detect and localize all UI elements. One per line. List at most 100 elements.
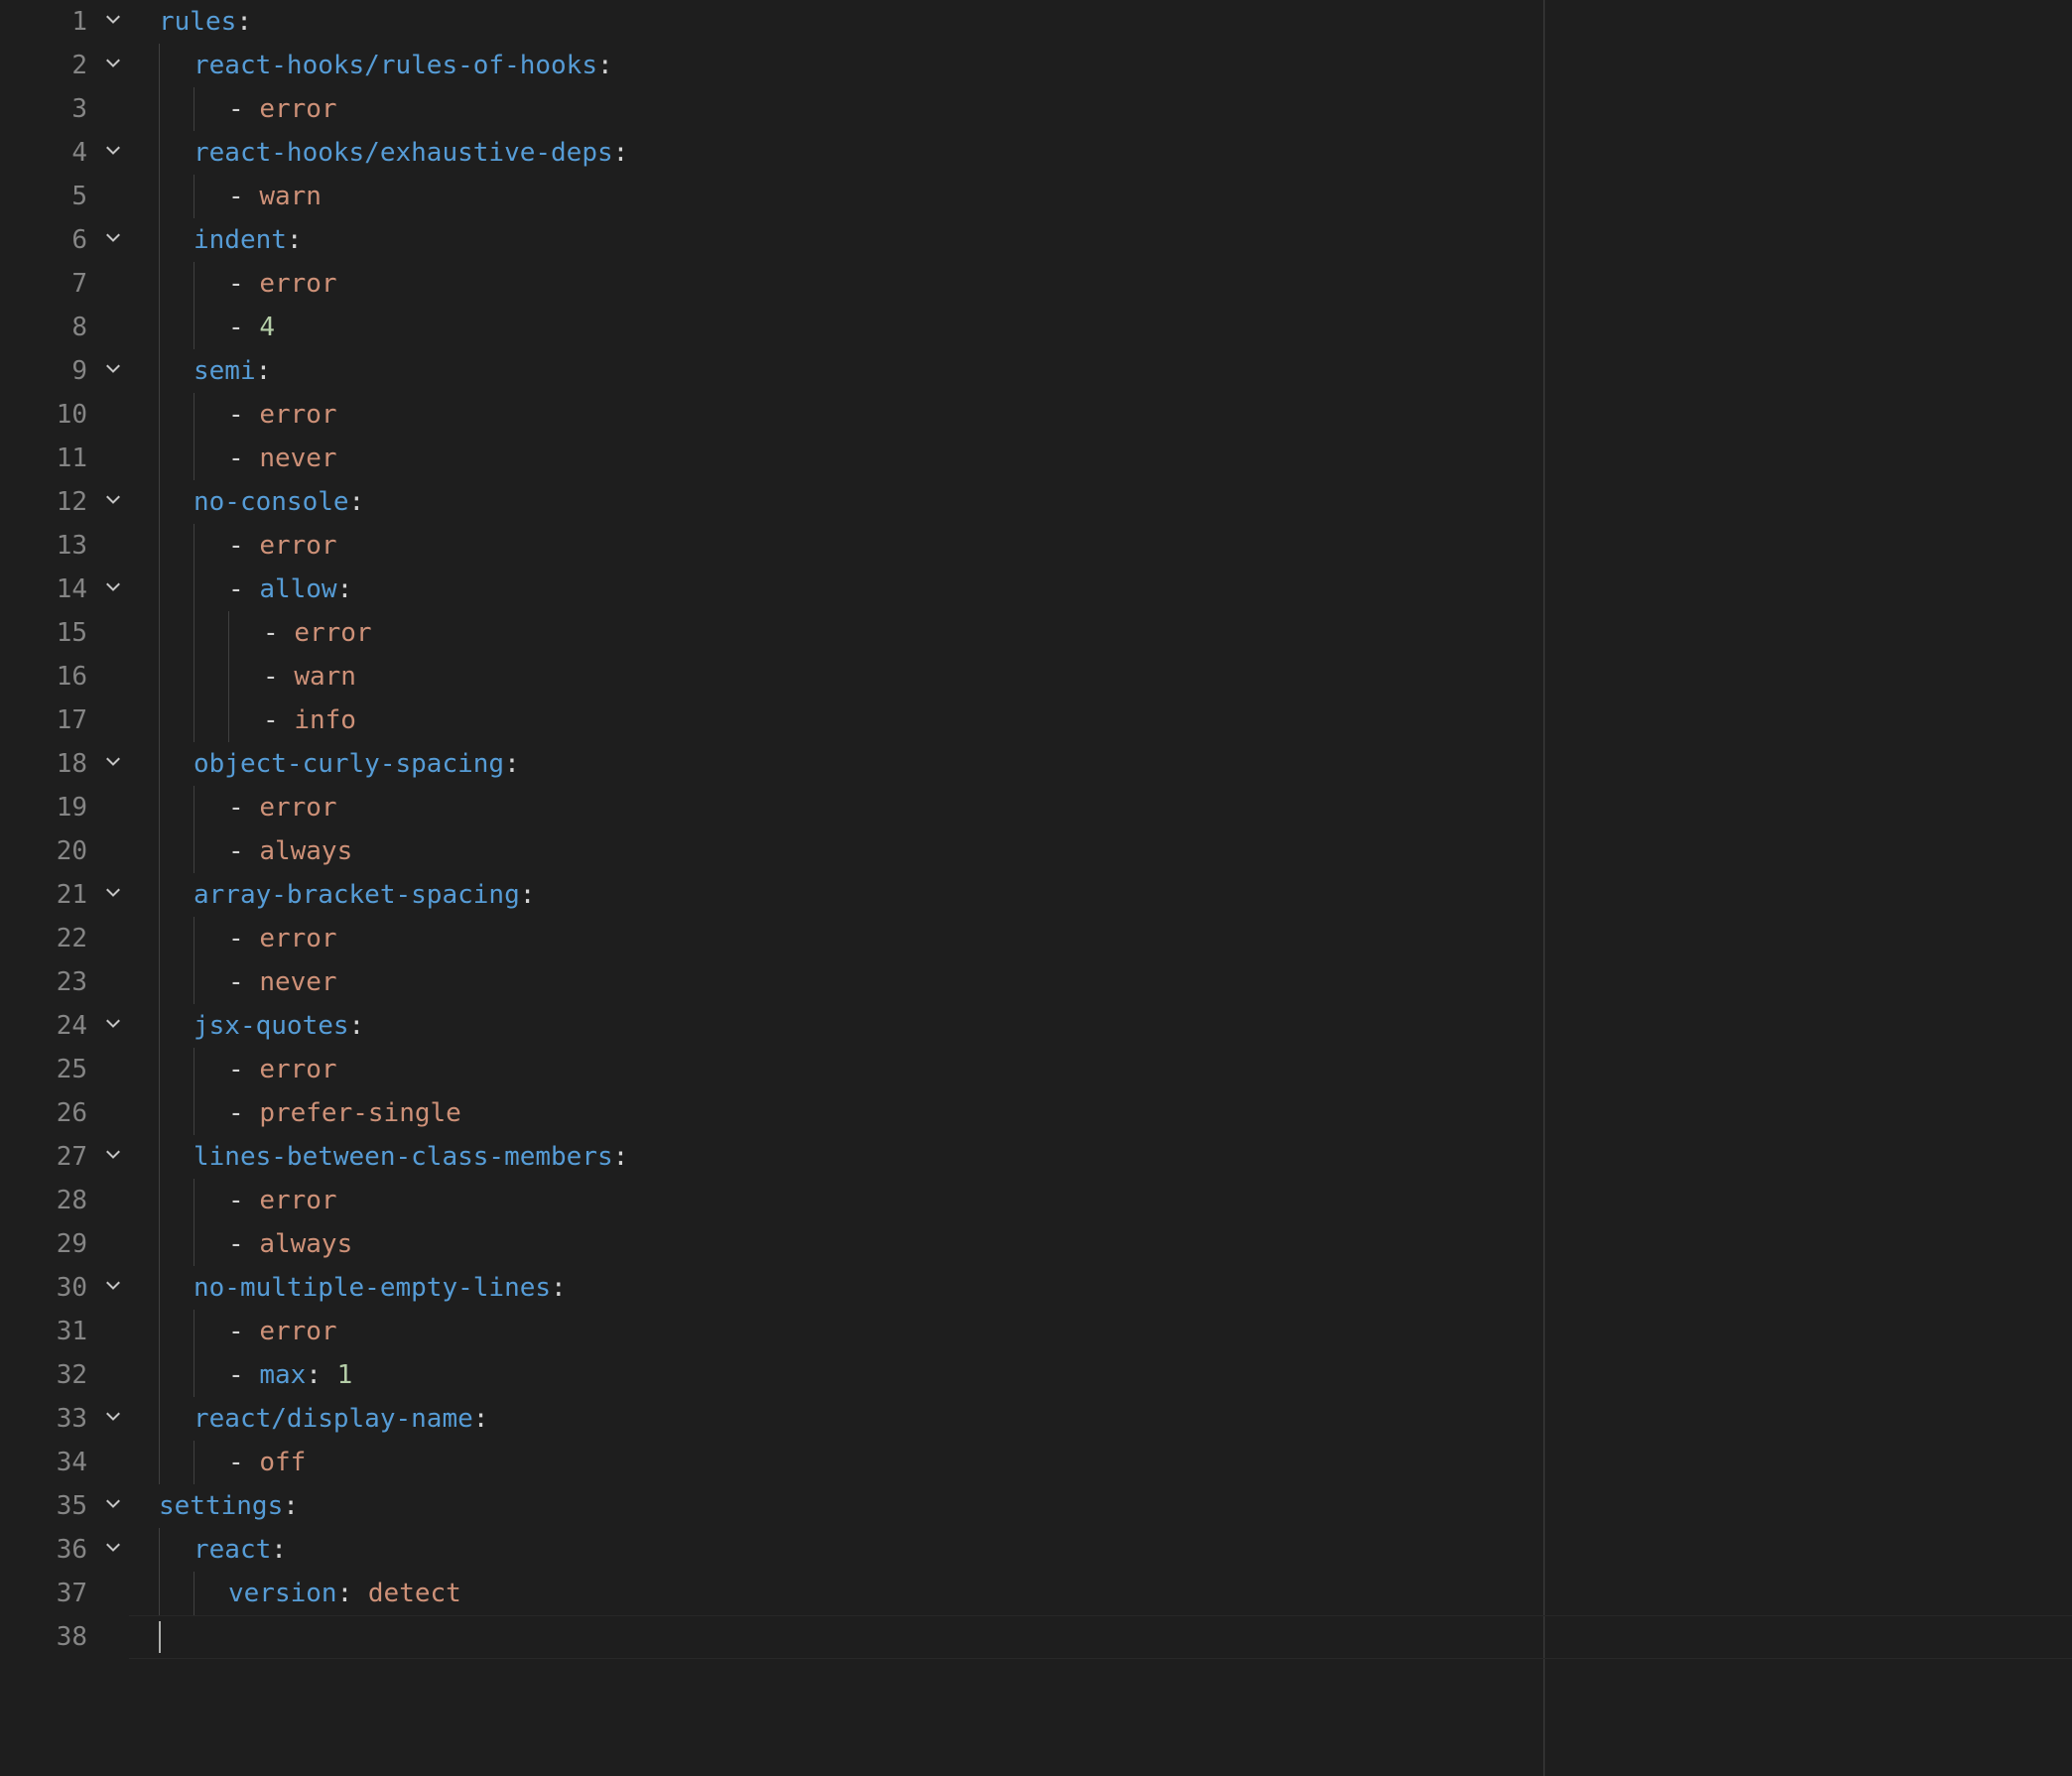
code-line[interactable]: no-console: xyxy=(129,480,2072,524)
code-line[interactable]: - error xyxy=(129,1048,2072,1091)
fold-toggle[interactable] xyxy=(97,1404,129,1434)
code-line[interactable] xyxy=(129,1615,2072,1659)
code-line[interactable]: lines-between-class-members: xyxy=(129,1135,2072,1179)
token-dash: - xyxy=(228,269,259,299)
code-line[interactable]: object-curly-spacing: xyxy=(129,742,2072,786)
line-number: 35 xyxy=(0,1491,97,1521)
code-line[interactable]: - never xyxy=(129,437,2072,480)
fold-toggle[interactable] xyxy=(97,138,129,168)
code-line[interactable]: react-hooks/exhaustive-deps: xyxy=(129,131,2072,175)
indent-guide xyxy=(159,1048,160,1091)
code-line[interactable]: - error xyxy=(129,1179,2072,1222)
token-colon: : xyxy=(504,749,520,779)
token-str: error xyxy=(259,1317,336,1346)
fold-toggle[interactable] xyxy=(97,1491,129,1521)
line-number: 15 xyxy=(0,618,97,648)
code-line[interactable]: semi: xyxy=(129,349,2072,393)
indent-guide xyxy=(159,480,160,524)
code-line[interactable]: array-bracket-spacing: xyxy=(129,873,2072,917)
line-number: 26 xyxy=(0,1098,97,1128)
code-line[interactable]: - error xyxy=(129,786,2072,829)
indent-guide xyxy=(159,1135,160,1179)
code-line[interactable]: - error xyxy=(129,262,2072,306)
fold-toggle[interactable] xyxy=(97,1535,129,1565)
code-line[interactable]: settings: xyxy=(129,1484,2072,1528)
line-number: 6 xyxy=(0,225,97,255)
token-dash: - xyxy=(228,793,259,823)
line-number: 33 xyxy=(0,1404,97,1434)
code-line[interactable]: react: xyxy=(129,1528,2072,1572)
line-number: 30 xyxy=(0,1273,97,1303)
line-number: 1 xyxy=(0,7,97,37)
code-line[interactable]: rules: xyxy=(129,0,2072,44)
token-str: error xyxy=(259,94,336,124)
fold-toggle[interactable] xyxy=(97,225,129,255)
fold-toggle[interactable] xyxy=(97,749,129,779)
code-line[interactable]: - error xyxy=(129,917,2072,960)
token-colon: : xyxy=(349,1011,365,1041)
token-str: off xyxy=(259,1448,306,1477)
token-key: array-bracket-spacing xyxy=(194,880,520,910)
fold-toggle[interactable] xyxy=(97,1011,129,1041)
code-line[interactable]: - never xyxy=(129,960,2072,1004)
code-line[interactable]: version: detect xyxy=(129,1572,2072,1615)
code-line[interactable]: - error xyxy=(129,87,2072,131)
token-str: error xyxy=(259,531,336,561)
line-number: 17 xyxy=(0,705,97,735)
line-number: 24 xyxy=(0,1011,97,1041)
code-line[interactable]: - off xyxy=(129,1441,2072,1484)
fold-toggle[interactable] xyxy=(97,356,129,386)
fold-toggle[interactable] xyxy=(97,574,129,604)
line-number: 3 xyxy=(0,94,97,124)
chevron-down-icon xyxy=(103,1404,123,1434)
indent-guide xyxy=(159,1266,160,1310)
fold-toggle[interactable] xyxy=(97,487,129,517)
fold-toggle[interactable] xyxy=(97,51,129,80)
code-line[interactable]: - max: 1 xyxy=(129,1353,2072,1397)
token-dash: - xyxy=(228,444,259,473)
code-line[interactable]: - warn xyxy=(129,655,2072,698)
code-area[interactable]: rules:react-hooks/rules-of-hooks:- error… xyxy=(129,0,2072,1776)
code-line[interactable]: - always xyxy=(129,1222,2072,1266)
token-dash: - xyxy=(228,924,259,953)
code-editor[interactable]: 1234567891011121314151617181920212223242… xyxy=(0,0,2072,1776)
code-line[interactable]: - error xyxy=(129,1310,2072,1353)
fold-toggle[interactable] xyxy=(97,1273,129,1303)
line-number: 4 xyxy=(0,138,97,168)
code-line[interactable]: indent: xyxy=(129,218,2072,262)
indent-guide xyxy=(159,568,160,611)
token-str: info xyxy=(294,705,356,735)
token-key: allow xyxy=(259,574,336,604)
line-number: 25 xyxy=(0,1055,97,1084)
code-line[interactable]: - always xyxy=(129,829,2072,873)
code-line[interactable]: - warn xyxy=(129,175,2072,218)
indent-guide xyxy=(159,611,160,655)
code-line[interactable]: - 4 xyxy=(129,306,2072,349)
code-line[interactable]: react-hooks/rules-of-hooks: xyxy=(129,44,2072,87)
code-line[interactable]: no-multiple-empty-lines: xyxy=(129,1266,2072,1310)
fold-toggle[interactable] xyxy=(97,1142,129,1172)
fold-toggle[interactable] xyxy=(97,7,129,37)
token-colon: : xyxy=(520,880,536,910)
code-line[interactable]: - prefer-single xyxy=(129,1091,2072,1135)
code-line[interactable]: - error xyxy=(129,393,2072,437)
code-line[interactable]: - info xyxy=(129,698,2072,742)
fold-toggle[interactable] xyxy=(97,880,129,910)
code-line[interactable]: react/display-name: xyxy=(129,1397,2072,1441)
token-dash: - xyxy=(228,1098,259,1128)
code-line[interactable]: - error xyxy=(129,524,2072,568)
code-line[interactable]: jsx-quotes: xyxy=(129,1004,2072,1048)
token-colon: : xyxy=(597,51,613,80)
indent-guide xyxy=(228,698,229,742)
token-str: error xyxy=(259,793,336,823)
line-number: 27 xyxy=(0,1142,97,1172)
token-key: react-hooks/rules-of-hooks xyxy=(194,51,597,80)
token-str: error xyxy=(294,618,371,648)
code-line[interactable]: - allow: xyxy=(129,568,2072,611)
indent-guide xyxy=(159,1222,160,1266)
indent-guide xyxy=(159,1397,160,1441)
code-line[interactable]: - error xyxy=(129,611,2072,655)
token-str: detect xyxy=(368,1579,461,1608)
token-dash: - xyxy=(228,967,259,997)
token-dash: - xyxy=(228,1360,259,1390)
